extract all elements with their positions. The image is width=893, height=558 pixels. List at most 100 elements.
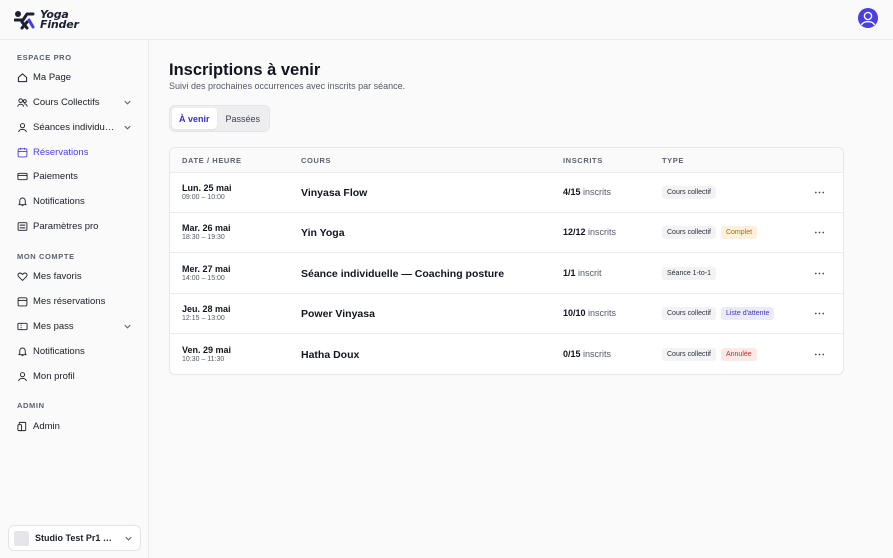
sidebar-item-label: Réservations — [33, 146, 89, 158]
row-badges: Cours collectif Liste d'attente — [662, 307, 775, 321]
card-icon — [17, 172, 28, 180]
row-time: 18:30 – 19:30 — [182, 234, 225, 242]
top-bar: Yoga Finder — [0, 0, 893, 40]
heart-icon — [17, 272, 28, 281]
section-label-admin: ADMIN — [17, 401, 45, 410]
chevron-down-icon[interactable] — [123, 123, 132, 132]
enrolled-count: 0/15 — [563, 348, 581, 359]
section-label-mon-compte: MON COMPTE — [17, 252, 75, 261]
row-date: Ven. 29 mai — [182, 344, 232, 355]
table-header: DATE / HEURE COURS INSCRITS TYPE — [170, 148, 843, 173]
row-course: Hatha Doux — [301, 348, 360, 361]
row-time: 12:15 – 13:00 — [182, 315, 225, 323]
sidebar-item-mes-favoris[interactable]: Mes favoris — [8, 265, 142, 287]
row-badges: Séance 1-to-1 — [662, 266, 716, 280]
calendar-icon — [17, 147, 28, 157]
sidebar-item-parametres-pro[interactable]: Paramètres pro — [8, 215, 142, 237]
row-badges: Cours collectif Complet — [662, 226, 758, 240]
table-row[interactable]: Mar. 26 mai 18:30 – 19:30 Yin Yoga 12/12 in… — [170, 213, 843, 254]
type-badge: Cours collectif — [662, 186, 716, 199]
page-subtitle: Suivi des prochaines occurrences avec in… — [169, 81, 406, 91]
status-badge: Complet — [720, 226, 758, 240]
table-row[interactable]: Lun. 25 mai 09:00 – 10:00 Vinyasa Flow 4/15… — [170, 173, 843, 213]
enrolled-word: inscrits — [583, 348, 612, 359]
sidebar-item-ma-page[interactable]: Ma Page — [8, 66, 142, 88]
table-row[interactable]: Ven. 29 mai 10:30 – 11:30 Hatha Doux 0/15 i… — [170, 335, 843, 374]
sidebar-item-mon-profil[interactable]: Mon profil — [8, 365, 142, 387]
column-header-date: DATE / HEURE — [182, 156, 242, 165]
admin-icon — [17, 421, 27, 431]
more-options-icon[interactable] — [814, 268, 825, 279]
tabs: À venir Passées — [169, 105, 271, 132]
enrolled-word: inscrits — [588, 308, 617, 319]
home-icon — [17, 72, 28, 82]
user-icon — [18, 122, 27, 132]
enrolled-word: inscrits — [588, 227, 617, 238]
sidebar-item-mes-reservations[interactable]: Mes réservations — [8, 290, 142, 312]
sidebar-item-label: Mes pass — [33, 320, 74, 332]
enrolled-word: inscrit — [578, 267, 602, 278]
table-row[interactable]: Jeu. 28 mai 12:15 – 13:00 Power Vinyasa 10/… — [170, 294, 843, 335]
sidebar-item-mes-pass[interactable]: Mes pass — [8, 315, 142, 337]
row-enrolled: 1/1 inscrit — [563, 268, 602, 278]
sidebar-item-label: Cours Collectifs — [33, 96, 100, 108]
more-options-icon[interactable] — [814, 308, 825, 319]
section-label-espace-pro: ESPACE PRO — [17, 53, 72, 62]
row-enrolled: 4/15 inscrits — [563, 187, 611, 197]
enrolled-count: 4/15 — [563, 187, 581, 197]
status-badge: Annulée — [720, 347, 757, 361]
yoga-finder-logo-icon — [14, 11, 35, 30]
user-avatar-icon — [860, 11, 876, 26]
status-badge: Liste d'attente — [720, 307, 775, 321]
sidebar-item-label: Notifications — [33, 345, 85, 357]
more-options-icon[interactable] — [814, 349, 825, 360]
sidebar-item-label: Paramètres pro — [33, 220, 99, 232]
row-time: 09:00 – 10:00 — [182, 194, 225, 201]
sidebar-item-label: Notifications — [33, 195, 85, 207]
more-options-icon[interactable] — [814, 187, 825, 198]
sidebar-item-notifications-compte[interactable]: Notifications — [8, 340, 142, 362]
page-title: Inscriptions à venir — [169, 61, 321, 79]
more-options-icon[interactable] — [814, 227, 825, 238]
row-enrolled: 10/10 inscrits — [563, 308, 616, 318]
sidebar-item-label: Paiements — [33, 170, 78, 182]
sidebar-item-admin[interactable]: Admin — [8, 415, 142, 437]
tab-a-venir[interactable]: À venir — [172, 108, 217, 129]
table-row[interactable]: Mer. 27 mai 14:00 – 15:00 Séance individue… — [170, 254, 843, 294]
group-icon — [17, 97, 28, 107]
type-badge: Cours collectif — [662, 307, 716, 321]
registrations-table: DATE / HEURE COURS INSCRITS TYPE Lun. 25… — [169, 147, 844, 375]
sidebar-item-reservations[interactable]: Réservations — [8, 141, 142, 163]
enrolled-word: inscrits — [583, 187, 612, 197]
settings-icon — [17, 221, 28, 231]
enrolled-count: 10/10 — [563, 308, 586, 319]
sidebar-item-label: Ma Page — [33, 71, 72, 83]
sidebar-item-paiements[interactable]: Paiements — [8, 165, 142, 187]
row-course: Séance individuelle — Coaching posture — [301, 267, 505, 280]
logo[interactable]: Yoga Finder — [14, 8, 79, 32]
logo-line2: Finder — [40, 18, 79, 31]
chevron-down-icon[interactable] — [123, 98, 132, 107]
logo-text: Yoga Finder — [40, 9, 79, 31]
type-badge: Cours collectif — [662, 226, 716, 240]
row-course: Vinyasa Flow — [301, 187, 368, 199]
sidebar-item-notifications-pro[interactable]: Notifications — [8, 190, 142, 212]
row-date: Jeu. 28 mai — [182, 304, 231, 315]
org-switcher[interactable]: Studio Test Pr1 — Studio — [8, 525, 141, 551]
row-course: Yin Yoga — [301, 227, 345, 240]
user-icon — [18, 371, 27, 381]
row-course: Power Vinyasa — [301, 308, 375, 321]
avatar[interactable] — [858, 8, 878, 28]
tab-passees[interactable]: Passées — [219, 108, 268, 129]
main-content: Inscriptions à venir Suivi des prochaine… — [150, 40, 893, 558]
enrolled-count: 12/12 — [563, 227, 586, 238]
column-header-course: COURS — [301, 156, 332, 165]
sidebar-item-label: Mes réservations — [33, 295, 106, 307]
row-enrolled: 12/12 inscrits — [563, 227, 616, 237]
chevron-down-icon[interactable] — [123, 322, 132, 331]
sidebar-item-seances-individuelles[interactable]: Séances individuelles — [8, 116, 142, 138]
row-date: Mar. 26 mai — [182, 223, 231, 234]
sidebar: ESPACE PRO Ma Page Cours Collectifs Séan… — [0, 40, 149, 558]
sidebar-item-label: Mes favoris — [33, 270, 82, 282]
sidebar-item-cours-collectifs[interactable]: Cours Collectifs — [8, 91, 142, 113]
